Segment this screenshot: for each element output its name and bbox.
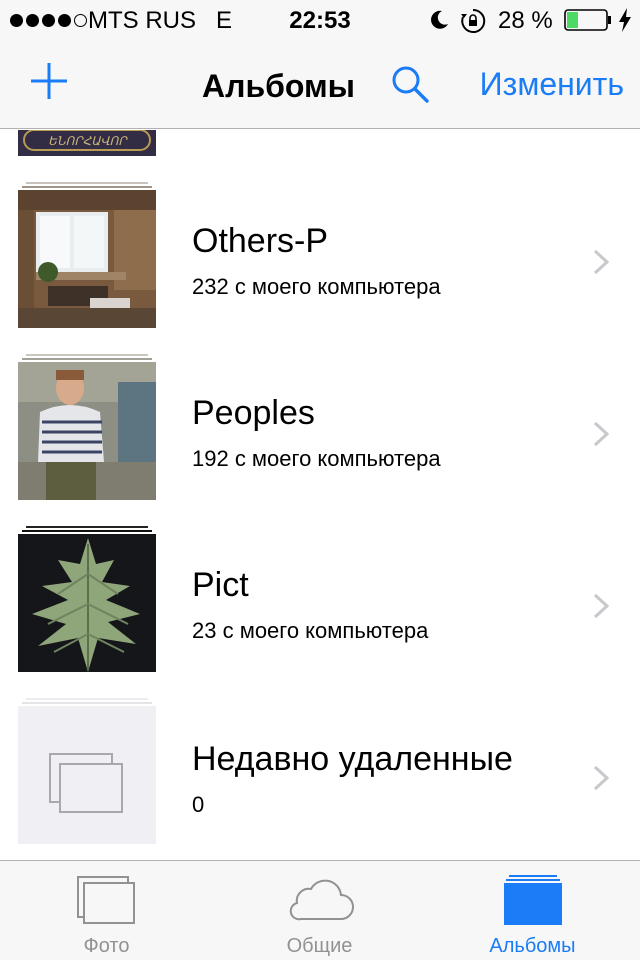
list-item[interactable]: Others-P 232 с моего компьютера bbox=[0, 182, 640, 354]
album-subtitle: 232 с моего компьютера bbox=[192, 274, 441, 299]
chevron-right-icon bbox=[593, 249, 610, 275]
album-thumbnail bbox=[18, 534, 156, 672]
status-bar: MTS RUS E 22:53 28 % bbox=[0, 0, 640, 40]
chevron-right-icon bbox=[593, 593, 610, 619]
tab-photos[interactable]: Фото bbox=[0, 861, 213, 960]
chevron-right-icon bbox=[593, 421, 610, 447]
cloud-icon bbox=[289, 879, 354, 921]
tab-shared[interactable]: Общие bbox=[213, 861, 426, 960]
album-subtitle: 192 с моего компьютера bbox=[192, 446, 441, 471]
moon-icon bbox=[431, 10, 448, 29]
album-title: Недавно удаленные bbox=[192, 740, 513, 778]
album-title: Pict bbox=[192, 566, 249, 604]
navigation-bar: Альбомы Изменить bbox=[0, 40, 640, 129]
album-subtitle: 23 с моего компьютера bbox=[192, 618, 429, 643]
page-title-text: Альбомы bbox=[202, 68, 355, 104]
battery-percentage: 28 % bbox=[498, 7, 553, 34]
charging-icon bbox=[619, 8, 631, 32]
tab-label: Общие bbox=[286, 935, 353, 957]
album-thumbnail bbox=[18, 362, 156, 500]
list-item[interactable]: Peoples 192 с моего компьютера bbox=[0, 354, 640, 526]
tab-label: Фото bbox=[83, 935, 130, 957]
album-title: Peoples bbox=[192, 394, 315, 432]
search-icon[interactable] bbox=[390, 64, 430, 104]
tab-bar: Фото Общие Альбомы bbox=[0, 860, 640, 960]
photos-placeholder-icon bbox=[49, 753, 123, 813]
album-title: Others-P bbox=[192, 222, 329, 260]
tab-label: Альбомы bbox=[489, 935, 576, 957]
plus-icon[interactable] bbox=[30, 62, 68, 100]
battery-icon bbox=[564, 9, 611, 31]
album-thumbnail bbox=[18, 706, 156, 844]
edit-button[interactable]: Изменить bbox=[480, 66, 624, 103]
chevron-right-icon bbox=[593, 765, 610, 791]
album-thumbnail bbox=[18, 190, 156, 328]
list-item[interactable]: Недавно удаленные 0 bbox=[0, 698, 640, 860]
rotation-lock-icon bbox=[461, 8, 486, 33]
partial-album-thumbnail[interactable]: ԵՆՈՐՀԱՎՈՐ bbox=[18, 130, 156, 156]
album-subtitle: 0 bbox=[192, 792, 205, 817]
tab-albums[interactable]: Альбомы bbox=[426, 861, 639, 960]
list-item[interactable]: Pict 23 с моего компьютера bbox=[0, 526, 640, 698]
albums-icon bbox=[504, 875, 562, 925]
photos-icon bbox=[77, 876, 135, 924]
album-list[interactable]: ԵՆՈՐՀԱՎՈՐ Others-P 232 с моего компьютер… bbox=[0, 130, 640, 860]
partial-album-text: ԵՆՈՐՀԱՎՈՐ bbox=[48, 134, 127, 148]
